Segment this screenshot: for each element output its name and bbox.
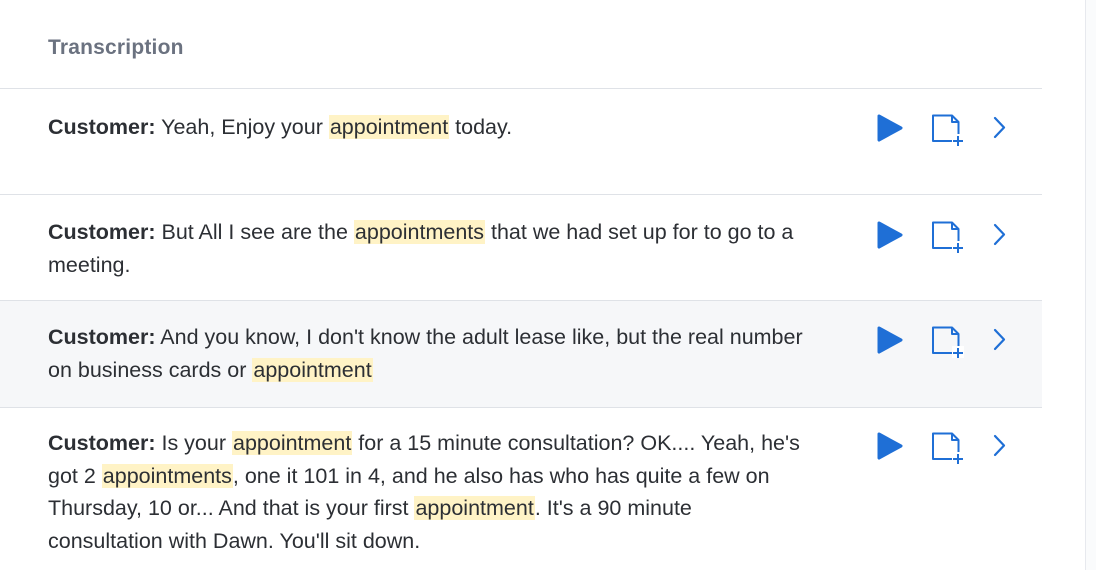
speaker-label: Customer: xyxy=(48,115,156,139)
keyword-highlight: appointment xyxy=(252,357,373,382)
keyword-highlight: appointments xyxy=(353,220,486,244)
chevron-right-icon xyxy=(990,113,1028,143)
play-icon xyxy=(876,325,914,355)
keyword-highlight: appointment xyxy=(328,115,450,139)
add-note-button[interactable] xyxy=(930,113,968,147)
transcript-list: Customer: Yeah, Enjoy your appointment t… xyxy=(0,88,1042,570)
transcript-segments: And you know, I don't know the adult lea… xyxy=(48,325,803,382)
transcript-segments: But All I see are the appointments that … xyxy=(48,220,793,277)
play-button[interactable] xyxy=(876,113,914,147)
speaker-label: Customer: xyxy=(48,220,156,244)
row-actions xyxy=(876,431,1026,465)
expand-button[interactable] xyxy=(990,431,1028,465)
row-actions xyxy=(876,325,1026,359)
keyword-highlight: appointments xyxy=(101,463,233,488)
add-note-icon xyxy=(930,325,968,359)
transcript-row[interactable]: Customer: And you know, I don't know the… xyxy=(0,300,1042,407)
transcript-text: Customer: Yeah, Enjoy your appointment t… xyxy=(48,111,808,144)
transcript-segment: today. xyxy=(449,115,513,139)
chevron-right-icon xyxy=(990,220,1028,250)
speaker-label: Customer: xyxy=(48,431,156,455)
transcript-text: Customer: Is your appointment for a 15 m… xyxy=(48,427,808,557)
add-note-button[interactable] xyxy=(930,325,968,359)
transcript-segment: Yeah, Enjoy your xyxy=(155,115,329,139)
play-icon xyxy=(876,431,914,461)
transcript-text: Customer: And you know, I don't know the… xyxy=(48,321,808,386)
add-note-icon xyxy=(930,431,968,465)
transcript-segment: And you know, I don't know the adult lea… xyxy=(48,325,803,382)
add-note-icon xyxy=(930,113,968,147)
add-note-icon xyxy=(930,220,968,254)
play-icon xyxy=(876,113,914,143)
transcript-segments: Yeah, Enjoy your appointment today. xyxy=(155,115,513,139)
transcript-row[interactable]: Customer: Yeah, Enjoy your appointment t… xyxy=(0,88,1042,194)
transcript-segment: But All I see are the xyxy=(155,220,354,244)
transcript-text: Customer: But All I see are the appointm… xyxy=(48,216,808,281)
expand-button[interactable] xyxy=(990,113,1028,147)
transcript-segment: Is your xyxy=(155,431,232,455)
add-note-button[interactable] xyxy=(930,220,968,254)
transcription-page: Transcription Customer: Yeah, Enjoy your… xyxy=(0,0,1096,570)
play-button[interactable] xyxy=(876,220,914,254)
play-button[interactable] xyxy=(876,325,914,359)
transcript-row[interactable]: Customer: Is your appointment for a 15 m… xyxy=(0,407,1042,570)
chevron-right-icon xyxy=(990,325,1028,355)
row-actions xyxy=(876,113,1026,147)
scroll-gutter xyxy=(1085,0,1096,570)
keyword-highlight: appointment xyxy=(414,496,535,520)
transcript-row[interactable]: Customer: But All I see are the appointm… xyxy=(0,194,1042,300)
play-button[interactable] xyxy=(876,431,914,465)
transcript-segments: Is your appointment for a 15 minute cons… xyxy=(48,431,800,553)
add-note-button[interactable] xyxy=(930,431,968,465)
play-icon xyxy=(876,220,914,250)
row-actions xyxy=(876,220,1026,254)
keyword-highlight: appointment xyxy=(231,431,353,455)
section-title: Transcription xyxy=(48,36,184,59)
expand-button[interactable] xyxy=(990,220,1028,254)
speaker-label: Customer: xyxy=(48,325,156,349)
chevron-right-icon xyxy=(990,431,1028,461)
expand-button[interactable] xyxy=(990,325,1028,359)
transcription-panel: Transcription Customer: Yeah, Enjoy your… xyxy=(0,0,1042,570)
